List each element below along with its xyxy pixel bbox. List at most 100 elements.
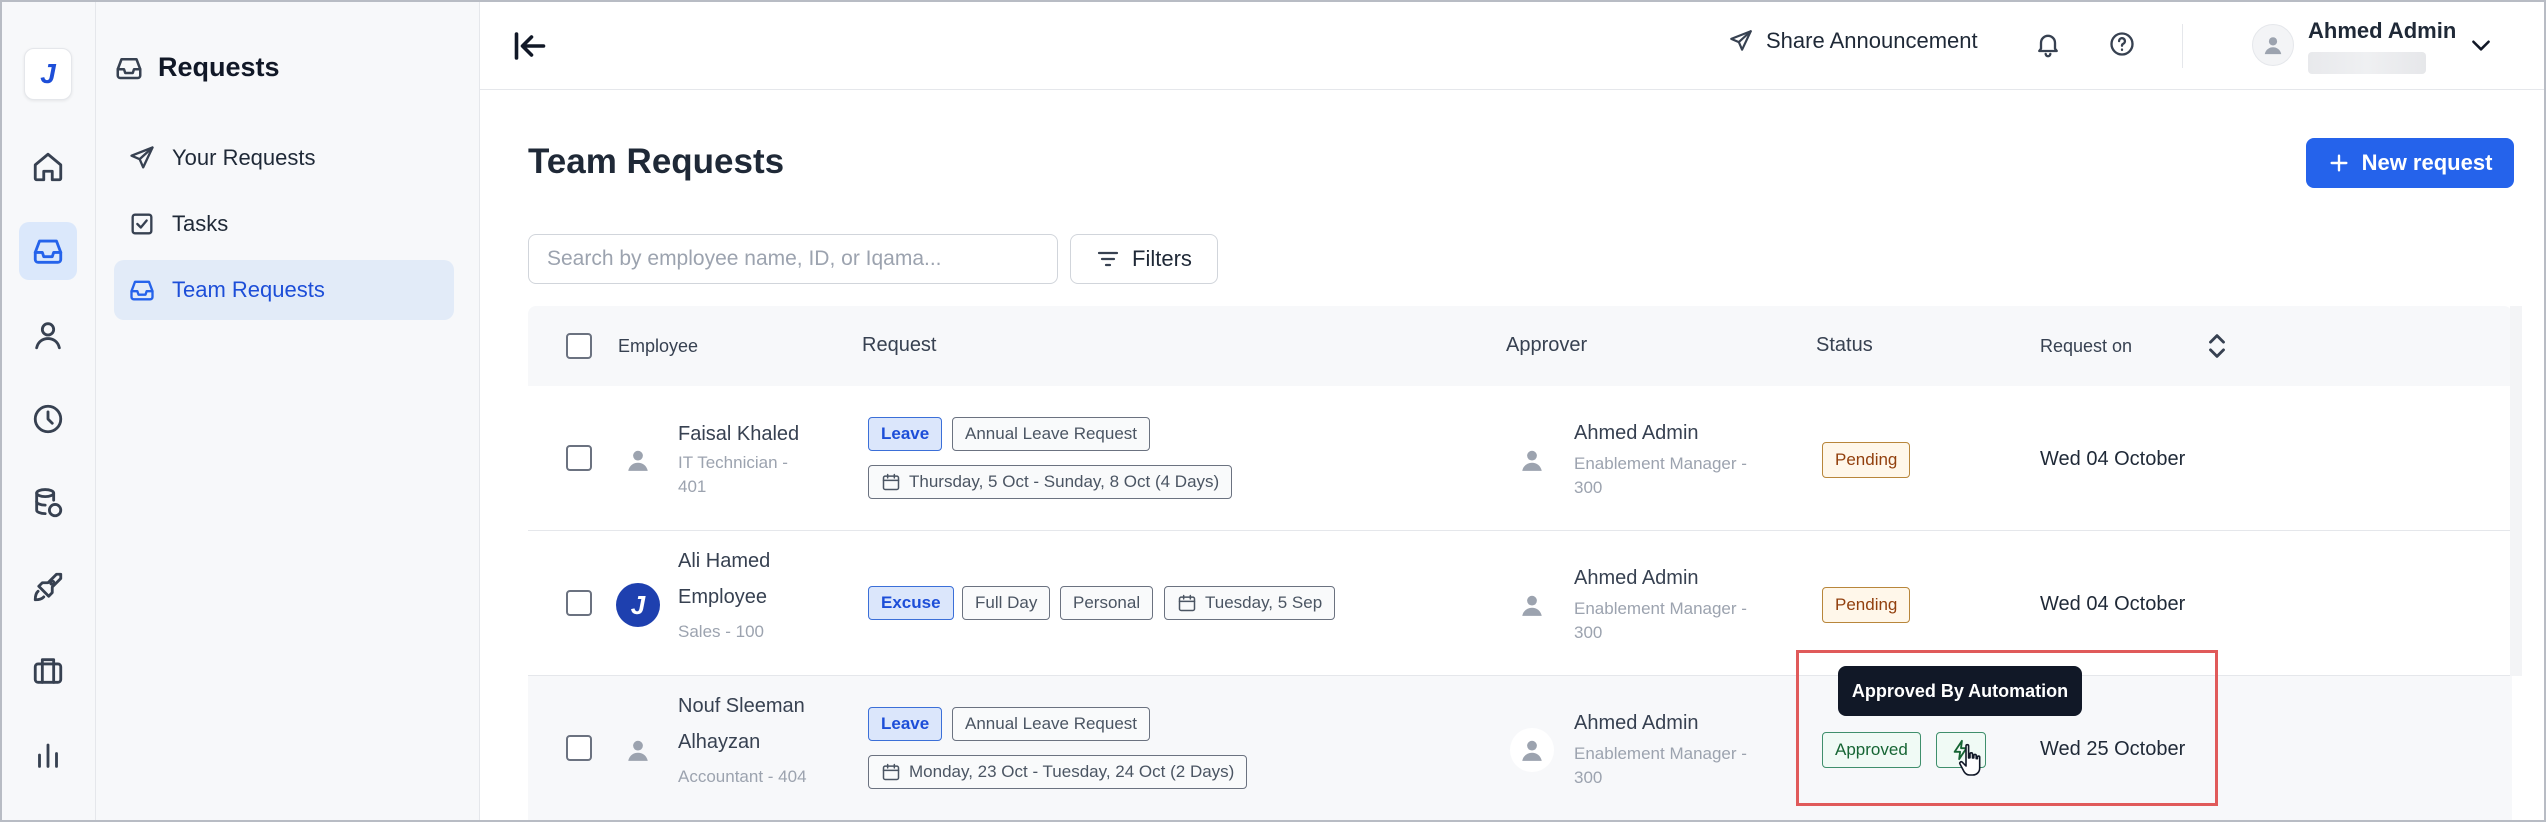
share-announcement-button[interactable]: Share Announcement — [1728, 28, 1978, 54]
column-employee[interactable]: Employee — [618, 336, 698, 357]
database-icon[interactable] — [19, 474, 77, 532]
select-all-checkbox[interactable] — [566, 333, 592, 359]
inbox-icon — [116, 57, 142, 79]
sort-icon[interactable] — [2204, 330, 2230, 362]
top-bar: Share Announcement Ahmed Admin — [480, 2, 2544, 90]
approver-id: 300 — [1574, 478, 1603, 497]
employee-name-line-2[interactable]: Employee — [678, 579, 767, 615]
employee-role: IT Technician - — [678, 453, 788, 472]
row-checkbox[interactable] — [566, 735, 592, 761]
sidebar-item-label: Tasks — [172, 211, 229, 236]
column-approver[interactable]: Approver — [1506, 334, 1587, 357]
request-duration-tag: Full Day — [962, 586, 1051, 620]
employee-name[interactable]: Nouf Sleeman — [678, 688, 805, 724]
avatar — [616, 438, 660, 482]
row-checkbox[interactable] — [566, 445, 592, 471]
calendar-icon — [882, 763, 900, 781]
home-icon[interactable] — [19, 138, 77, 196]
employee-name-line-2[interactable]: Alhayzan — [678, 724, 760, 760]
filters-label: Filters — [1132, 246, 1192, 271]
sidebar-item-label: Team Requests — [172, 277, 325, 302]
user-name[interactable]: Ahmed Admin — [2308, 18, 2456, 44]
check-square-icon — [131, 213, 153, 235]
column-status[interactable]: Status — [1816, 334, 1873, 357]
user-icon[interactable] — [19, 306, 77, 364]
employee-name[interactable]: Ali Hamed — [678, 543, 770, 579]
rocket-icon[interactable] — [19, 558, 77, 616]
approver-id: 300 — [1574, 768, 1603, 787]
approver-role: Enablement Manager - — [1574, 454, 1747, 473]
approver-name: Ahmed Admin — [1574, 567, 1699, 589]
automation-tooltip: Approved By Automation — [1838, 666, 2082, 716]
search-input[interactable] — [528, 234, 1058, 284]
share-announcement-label: Share Announcement — [1766, 28, 1978, 53]
chevron-down-icon[interactable] — [2468, 32, 2494, 58]
date-range-label: Thursday, 5 Oct - Sunday, 8 Oct (4 Days) — [909, 472, 1220, 491]
column-request[interactable]: Request — [862, 334, 937, 357]
table-scrollbar[interactable] — [2510, 306, 2522, 676]
briefcase-icon[interactable] — [19, 642, 77, 700]
page-title: Team Requests — [528, 142, 785, 181]
bell-icon[interactable] — [2034, 30, 2062, 58]
column-request-on[interactable]: Request on — [2040, 336, 2132, 357]
employee-role: Sales - 100 — [678, 622, 764, 641]
request-reason-tag: Personal — [1060, 586, 1154, 620]
filter-icon — [1097, 251, 1119, 267]
avatar — [1510, 728, 1554, 772]
status-badge: Pending — [1822, 442, 1911, 478]
approver-role: Enablement Manager - — [1574, 744, 1747, 763]
employee-id: 401 — [678, 477, 707, 496]
employee-name[interactable]: Faisal Khaled — [678, 416, 799, 452]
inbox-icon[interactable] — [19, 222, 77, 280]
avatar — [1510, 583, 1554, 627]
app-logo[interactable]: J — [24, 48, 72, 100]
table-header: Employee Request Approver Status Request… — [528, 306, 2512, 386]
avatar: J — [616, 583, 660, 627]
new-request-button[interactable]: New request — [2306, 138, 2514, 188]
sidebar-item-team-requests[interactable]: Team Requests — [114, 260, 454, 320]
icon-rail: J — [2, 2, 96, 820]
sidebar-item-your-requests[interactable]: Your Requests — [114, 128, 454, 188]
clock-icon[interactable] — [19, 390, 77, 448]
app-frame: J Requests Your Requests Tasks Team Requ… — [0, 0, 2546, 822]
new-request-label: New request — [2361, 150, 2493, 175]
user-role-redacted — [2308, 52, 2426, 74]
employee-role: Accountant - 404 — [678, 767, 807, 786]
date-range-label: Monday, 23 Oct - Tuesday, 24 Oct (2 Days… — [909, 762, 1235, 781]
approver-role: Enablement Manager - — [1574, 599, 1747, 618]
inbox-icon — [130, 280, 154, 301]
status-badge: Pending — [1822, 587, 1911, 623]
approver-id: 300 — [1574, 623, 1603, 642]
sidebar-title: Requests — [114, 52, 280, 83]
date-range-tag: Tuesday, 5 Sep — [1164, 586, 1336, 620]
sidebar-title-label: Requests — [158, 52, 280, 82]
approver-name: Ahmed Admin — [1574, 422, 1699, 444]
requests-sidebar: Requests Your Requests Tasks Team Reques… — [96, 2, 480, 820]
request-date: Wed 04 October — [2040, 593, 2186, 615]
request-type-badge: Leave — [868, 707, 943, 741]
sidebar-item-tasks[interactable]: Tasks — [114, 194, 454, 254]
calendar-icon — [882, 473, 900, 491]
send-icon — [130, 146, 154, 169]
date-range-label: Tuesday, 5 Sep — [1205, 593, 1323, 612]
plus-icon — [2330, 154, 2348, 172]
request-date: Wed 04 October — [2040, 448, 2186, 470]
sidebar-item-label: Your Requests — [172, 145, 316, 170]
request-type-badge: Leave — [868, 417, 943, 451]
date-range-tag: Monday, 23 Oct - Tuesday, 24 Oct (2 Days… — [868, 755, 1248, 789]
collapse-sidebar-icon[interactable] — [512, 28, 548, 64]
request-type-badge: Excuse — [868, 586, 954, 620]
avatar[interactable] — [2252, 24, 2294, 66]
bar-chart-icon[interactable] — [19, 726, 77, 784]
row-checkbox[interactable] — [566, 590, 592, 616]
request-detail-tag: Annual Leave Request — [952, 707, 1151, 741]
request-detail-tag: Annual Leave Request — [952, 417, 1151, 451]
hand-cursor-icon — [1958, 743, 1981, 776]
table-row[interactable]: Faisal Khaled IT Technician - 401 Leave … — [528, 386, 2512, 531]
filters-button[interactable]: Filters — [1070, 234, 1218, 284]
help-icon[interactable] — [2108, 30, 2136, 58]
approver-name: Ahmed Admin — [1574, 712, 1699, 734]
calendar-icon — [1178, 594, 1196, 612]
topbar-divider — [2182, 24, 2183, 68]
date-range-tag: Thursday, 5 Oct - Sunday, 8 Oct (4 Days) — [868, 465, 1233, 499]
